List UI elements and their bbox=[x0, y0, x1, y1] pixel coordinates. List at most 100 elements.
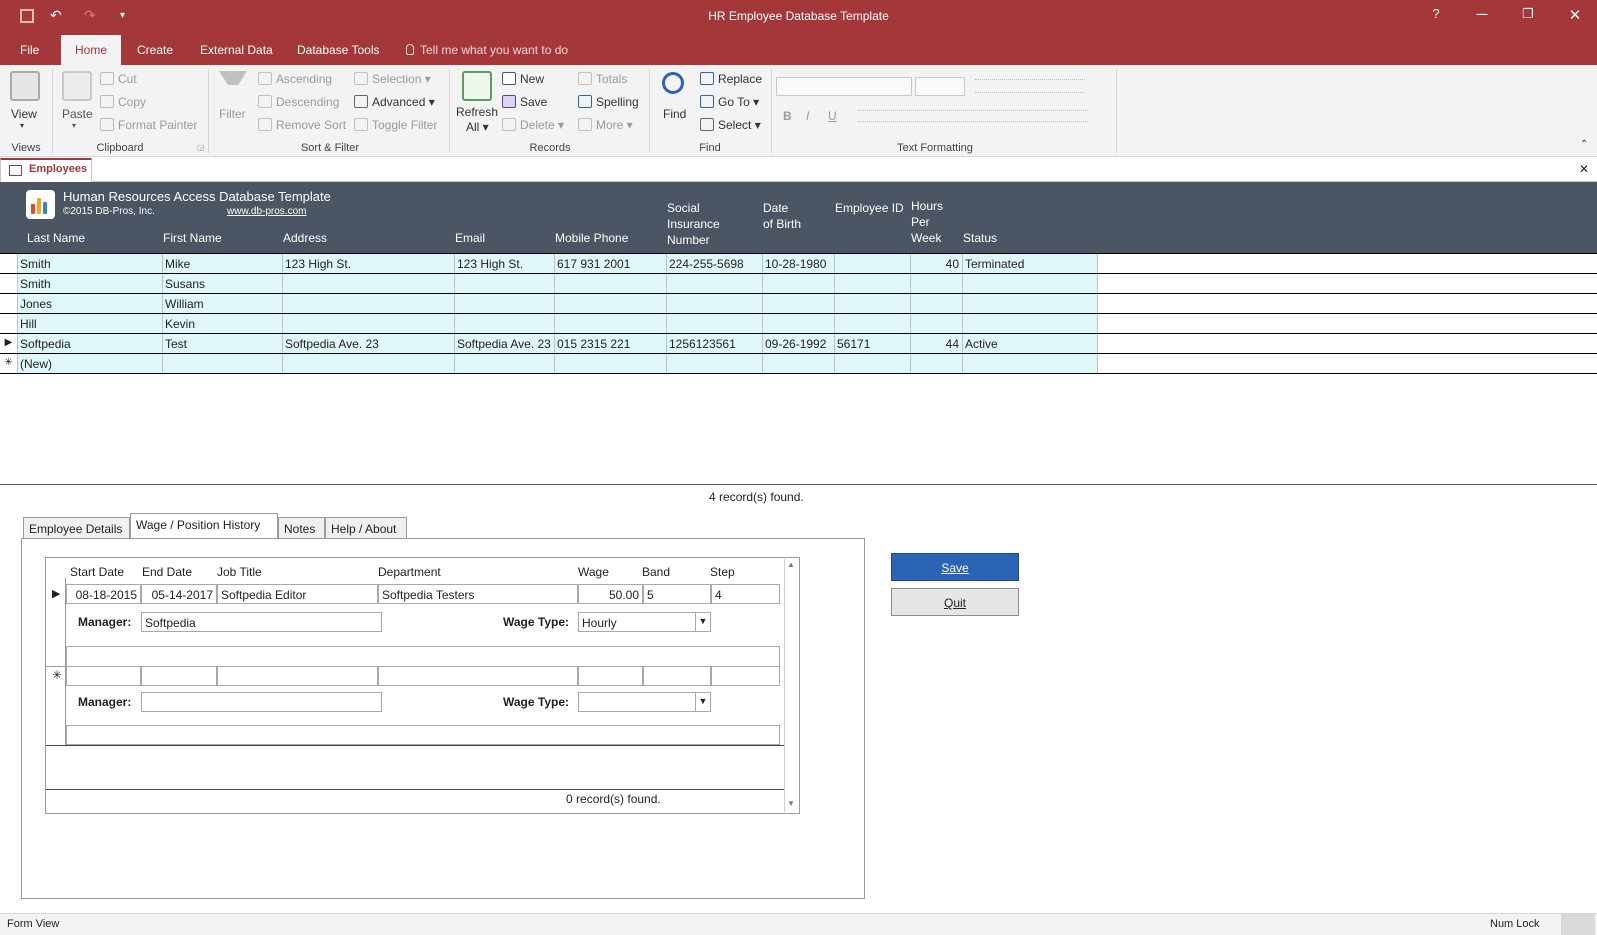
replace-button[interactable]: Replace bbox=[700, 72, 762, 86]
totals-button[interactable]: Totals bbox=[578, 72, 627, 86]
cell-mobile[interactable] bbox=[555, 354, 667, 373]
cell-hours[interactable] bbox=[911, 314, 963, 333]
new-department-field[interactable] bbox=[378, 666, 578, 686]
cell-email[interactable]: 123 High St. bbox=[455, 254, 555, 273]
cell-emp-id[interactable] bbox=[835, 294, 911, 313]
new-end-date-field[interactable] bbox=[141, 666, 217, 686]
cell-status[interactable]: Terminated bbox=[963, 254, 1098, 273]
new-job-title-field[interactable] bbox=[217, 666, 378, 686]
cell-first[interactable] bbox=[163, 354, 283, 373]
table-row[interactable]: Smith Susans bbox=[0, 274, 1597, 294]
view-button[interactable]: View bbox=[11, 107, 37, 121]
paste-button[interactable]: Paste bbox=[62, 107, 93, 121]
ascending-button[interactable]: Ascending bbox=[258, 72, 332, 86]
cell-sin[interactable] bbox=[667, 314, 763, 333]
cell-status[interactable] bbox=[963, 274, 1098, 293]
new-manager-field[interactable] bbox=[141, 692, 382, 712]
cell-mobile[interactable] bbox=[555, 294, 667, 313]
cell-first[interactable]: William bbox=[163, 294, 283, 313]
band-field[interactable]: 5 bbox=[643, 584, 711, 604]
new-record-button[interactable]: New bbox=[502, 72, 544, 86]
descending-button[interactable]: Descending bbox=[258, 95, 339, 109]
selection-button[interactable]: Selection ▾ bbox=[354, 72, 431, 86]
cell-dob[interactable]: 09-26-1992 bbox=[763, 334, 835, 353]
cell-dob[interactable] bbox=[763, 354, 835, 373]
close-tab-icon[interactable]: ✕ bbox=[1579, 162, 1589, 176]
save-record-button[interactable]: Save bbox=[502, 95, 547, 109]
cell-email[interactable] bbox=[455, 274, 555, 293]
cell-emp-id[interactable] bbox=[835, 274, 911, 293]
font-name-dropdown[interactable] bbox=[776, 77, 912, 96]
col-first-name[interactable]: First Name bbox=[163, 230, 222, 246]
cell-emp-id[interactable]: 56171 bbox=[835, 334, 911, 353]
close-window-icon[interactable]: ✕ bbox=[1560, 6, 1590, 24]
cell-mobile[interactable]: 617 931 2001 bbox=[555, 254, 667, 273]
cell-emp-id[interactable] bbox=[835, 254, 911, 273]
table-row[interactable]: Smith Mike 123 High St. 123 High St. 617 931… bbox=[0, 254, 1597, 274]
cell-dob[interactable] bbox=[763, 274, 835, 293]
manager-field[interactable]: Softpedia bbox=[141, 612, 382, 632]
cell-last[interactable]: (New) bbox=[18, 354, 163, 373]
table-row[interactable]: ▶ Softpedia Test Softpedia Ave. 23 Softpedia… bbox=[0, 334, 1597, 354]
cell-address[interactable] bbox=[283, 354, 455, 373]
cell-sin[interactable]: 224-255-5698 bbox=[667, 254, 763, 273]
menu-file[interactable]: File bbox=[20, 43, 39, 57]
refresh-all-label-2[interactable]: All ▾ bbox=[466, 120, 489, 134]
table-row[interactable]: ✳ (New) bbox=[0, 354, 1597, 374]
tab-help-about[interactable]: Help / About bbox=[325, 517, 407, 539]
italic-button[interactable]: I bbox=[806, 109, 809, 123]
cell-address[interactable] bbox=[283, 294, 455, 313]
col-job-title[interactable]: Job Title bbox=[217, 565, 262, 579]
col-wage[interactable]: Wage bbox=[578, 565, 609, 579]
cut-button[interactable]: Cut bbox=[100, 72, 137, 86]
cell-address[interactable] bbox=[283, 274, 455, 293]
new-record-selector-icon[interactable]: ✳ bbox=[52, 668, 62, 682]
col-last-name[interactable]: Last Name bbox=[27, 230, 85, 246]
cell-status[interactable] bbox=[963, 314, 1098, 333]
row-selector[interactable]: ▶ bbox=[0, 334, 18, 353]
cell-sin[interactable] bbox=[667, 274, 763, 293]
new-band-field[interactable] bbox=[643, 666, 711, 686]
cell-first[interactable]: Mike bbox=[163, 254, 283, 273]
paste-dropdown-icon[interactable]: ▾ bbox=[72, 121, 76, 130]
cell-email[interactable]: Softpedia Ave. 23 bbox=[455, 334, 555, 353]
select-button[interactable]: Select ▾ bbox=[700, 118, 761, 132]
cell-hours[interactable] bbox=[911, 274, 963, 293]
wage-field[interactable]: 50.00 bbox=[578, 584, 643, 604]
cell-sin[interactable] bbox=[667, 294, 763, 313]
wage-type-select[interactable]: Hourly ▼ bbox=[578, 612, 711, 632]
cell-dob[interactable] bbox=[763, 314, 835, 333]
cell-address[interactable]: Softpedia Ave. 23 bbox=[283, 334, 455, 353]
col-end-date[interactable]: End Date bbox=[142, 565, 192, 579]
cell-hours[interactable]: 44 bbox=[911, 334, 963, 353]
subform-scrollbar[interactable]: ▲ ▼ bbox=[784, 559, 799, 812]
cell-last[interactable]: Softpedia bbox=[18, 334, 163, 353]
cell-emp-id[interactable] bbox=[835, 314, 911, 333]
cell-email[interactable] bbox=[455, 354, 555, 373]
cell-status[interactable] bbox=[963, 354, 1098, 373]
cell-email[interactable] bbox=[455, 294, 555, 313]
cell-mobile[interactable] bbox=[555, 274, 667, 293]
cell-address[interactable]: 123 High St. bbox=[283, 254, 455, 273]
col-date-of-birth[interactable]: Date of Birth bbox=[763, 200, 801, 232]
restore-icon[interactable]: ❐ bbox=[1513, 6, 1543, 22]
col-step[interactable]: Step bbox=[710, 565, 735, 579]
row-selector[interactable] bbox=[0, 294, 18, 313]
cell-dob[interactable] bbox=[763, 294, 835, 313]
tab-employee-details[interactable]: Employee Details bbox=[23, 517, 130, 539]
copy-button[interactable]: Copy bbox=[100, 95, 146, 109]
cell-last[interactable]: Hill bbox=[18, 314, 163, 333]
row-selector[interactable] bbox=[0, 254, 18, 273]
step-field[interactable]: 4 bbox=[711, 584, 780, 604]
refresh-all-button[interactable]: Refresh bbox=[456, 105, 498, 119]
cell-hours[interactable] bbox=[911, 354, 963, 373]
col-mobile-phone[interactable]: Mobile Phone bbox=[555, 230, 628, 246]
format-painter-button[interactable]: Format Painter bbox=[100, 118, 197, 132]
new-step-field[interactable] bbox=[711, 666, 780, 686]
quit-button[interactable]: Quit bbox=[891, 588, 1019, 616]
font-size-dropdown[interactable] bbox=[915, 77, 965, 96]
cell-hours[interactable]: 40 bbox=[911, 254, 963, 273]
toggle-filter-button[interactable]: Toggle Filter bbox=[354, 118, 437, 132]
end-date-field[interactable]: 05-14-2017 bbox=[141, 584, 217, 604]
col-department[interactable]: Department bbox=[378, 565, 441, 579]
